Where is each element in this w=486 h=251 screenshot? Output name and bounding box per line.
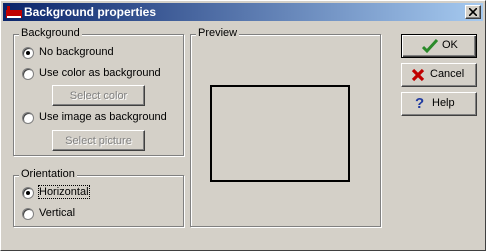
- image-background-label: Use image as background: [39, 111, 167, 123]
- orientation-group: Orientation Horizontal Vertical: [13, 168, 184, 227]
- window-app-icon: [6, 6, 22, 18]
- vertical-radio[interactable]: [22, 208, 34, 220]
- image-background-radio[interactable]: [22, 112, 34, 124]
- window-title: Background properties: [24, 5, 157, 19]
- cancel-label: Cancel: [430, 68, 465, 80]
- ok-label: OK: [442, 39, 458, 51]
- close-icon: [469, 8, 477, 16]
- horizontal-radio[interactable]: [22, 187, 34, 199]
- checkmark-icon: [422, 38, 438, 54]
- background-group: Background No background Use color as ba…: [13, 27, 184, 156]
- select-picture-button[interactable]: Select picture: [52, 130, 145, 151]
- select-color-label: Select color: [69, 90, 128, 102]
- help-button[interactable]: ? Help: [401, 92, 477, 116]
- help-label: Help: [432, 97, 455, 109]
- horizontal-label: Horizontal: [38, 185, 90, 199]
- preview-group-label: Preview: [196, 27, 240, 39]
- red-x-icon: [411, 68, 425, 82]
- background-group-label: Background: [19, 27, 82, 39]
- preview-frame: [210, 85, 350, 182]
- question-mark-icon: ?: [415, 95, 425, 112]
- color-background-label: Use color as background: [39, 67, 161, 79]
- ok-button[interactable]: OK: [401, 34, 477, 58]
- color-background-radio[interactable]: [22, 68, 34, 80]
- select-picture-label: Select picture: [65, 135, 132, 147]
- background-properties-dialog: Background properties Background No back…: [0, 0, 486, 251]
- no-background-label: No background: [39, 46, 114, 58]
- vertical-label: Vertical: [39, 207, 76, 219]
- orientation-group-label: Orientation: [19, 168, 77, 180]
- no-background-radio[interactable]: [22, 47, 34, 59]
- cancel-button[interactable]: Cancel: [401, 63, 477, 87]
- close-button[interactable]: [465, 5, 481, 19]
- select-color-button[interactable]: Select color: [52, 85, 145, 106]
- title-bar[interactable]: Background properties: [3, 3, 483, 21]
